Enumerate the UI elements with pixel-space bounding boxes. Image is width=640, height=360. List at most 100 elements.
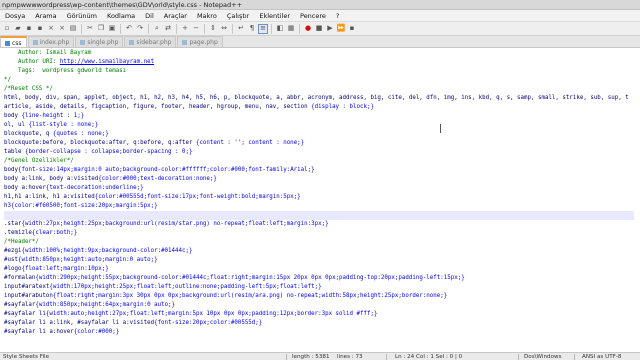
- code-declarations: {width:100%;height:9px;background-color:…: [21, 248, 193, 254]
- stop-macro-icon[interactable]: ■: [314, 24, 324, 34]
- code-selector: blockquote:before, blockquote:after, q:b…: [4, 140, 196, 146]
- current-line: [4, 211, 634, 220]
- code-declarations: {width:850px;height:64px;margin:0 auto;}: [35, 302, 176, 308]
- file-tab[interactable]: index.php: [27, 36, 75, 47]
- code-link: http://www.ismailbayram.net: [59, 59, 155, 65]
- code-selector: #sayfalar li a:hover: [4, 329, 74, 335]
- replace-icon[interactable]: ⇄: [163, 24, 173, 34]
- file-icon: [182, 40, 188, 45]
- paste-icon[interactable]: ▣: [107, 24, 117, 34]
- code-line: .temizle{clear:both;}: [4, 229, 634, 238]
- code-declarations: {width:170px;height:25px;float:left;outl…: [49, 284, 322, 290]
- play-macro-multiple-icon[interactable]: ⏩: [336, 24, 346, 34]
- file-tab[interactable]: sidebar.php: [124, 36, 177, 47]
- close-icon[interactable]: ×: [46, 24, 56, 34]
- redo-icon[interactable]: ↷: [135, 24, 145, 34]
- record-macro-icon[interactable]: ●: [303, 24, 313, 34]
- new-file-icon[interactable]: ▫: [2, 24, 12, 34]
- save-icon[interactable]: ▪: [24, 24, 34, 34]
- status-divider: [574, 354, 575, 360]
- zoom-in-icon[interactable]: +: [180, 24, 190, 34]
- code-selector: ol, ul: [4, 122, 29, 128]
- print-icon[interactable]: ▤: [68, 24, 78, 34]
- sync-scroll-v-icon[interactable]: ⇕: [208, 24, 218, 34]
- code-declarations: {color:#f60500;font-size:20px;margin:5px…: [10, 203, 158, 209]
- code-declarations: {quotes : none;}: [52, 131, 109, 137]
- code-line: table {border-collapse : collapse;border…: [4, 148, 634, 157]
- cut-icon[interactable]: ✂: [85, 24, 95, 34]
- code-line: #ust{width:850px;height:auto;margin:0 au…: [4, 256, 634, 265]
- menu-item[interactable]: ?: [331, 12, 344, 20]
- status-lines: lines : 73: [337, 354, 363, 360]
- status-position: Ln : 24 Col : 1 Sel : 0 | 0: [395, 354, 463, 360]
- status-eol: Dos\Windows: [524, 354, 562, 360]
- file-tab-label: sidebar.php: [136, 39, 172, 46]
- code-selector: #sayfalar: [4, 302, 36, 308]
- menu-item[interactable]: Dil: [140, 12, 159, 20]
- file-tab-label: single.php: [87, 39, 119, 46]
- save-all-icon[interactable]: ▪: [35, 24, 45, 34]
- code-line: */: [4, 76, 634, 85]
- toolbar-separator: [81, 23, 82, 34]
- zoom-out-icon[interactable]: −: [191, 24, 201, 34]
- code-line: Author URI: http://www.ismailbayram.net: [4, 58, 634, 67]
- play-macro-icon[interactable]: ▶: [325, 24, 335, 34]
- indent-guide-icon[interactable]: ≡: [258, 23, 268, 34]
- file-tab[interactable]: css: [0, 36, 27, 47]
- close-all-icon[interactable]: ×: [57, 24, 67, 34]
- code-comment: /*Genel Özellikler*/: [4, 158, 74, 164]
- code-declarations: {color:#00555d;font-size:17px;font-weigh…: [94, 194, 301, 200]
- code-comment: /*Reset CSS */: [4, 86, 53, 92]
- code-comment: Author: İsmail Bayram: [4, 50, 92, 56]
- save-macro-icon[interactable]: ▪: [347, 24, 357, 34]
- open-file-icon[interactable]: ▰: [13, 24, 23, 34]
- status-divider: [386, 354, 387, 360]
- menu-item[interactable]: Çalıştır: [222, 12, 255, 20]
- code-declarations: {float:right;margin:3px 30px 0px 0px;bac…: [52, 293, 448, 299]
- code-line: #sayfalar li{width:auto;height:27px;floa…: [4, 310, 634, 319]
- code-selector: #ezgi: [4, 248, 22, 254]
- menu-item[interactable]: Araçlar: [159, 12, 192, 20]
- file-tab[interactable]: page.php: [177, 36, 223, 47]
- code-declarations: {color:#000;text-decoration:none;}: [98, 176, 217, 182]
- code-line: html, body, div, span, applet, object, h…: [4, 94, 634, 103]
- code-line: blockquote, q {quotes : none;}: [4, 130, 634, 139]
- code-selector: body a:link, body a:visited: [4, 176, 99, 182]
- copy-icon[interactable]: ❐: [96, 24, 106, 34]
- code-declarations: {width:auto;height:27px;float:left;margi…: [45, 311, 378, 317]
- code-declarations: {float:left;margin:10px;}: [21, 266, 109, 272]
- code-line: body{font-size:14px;margin:0 auto;backgr…: [4, 166, 634, 175]
- document-map-icon[interactable]: ▦: [286, 24, 296, 34]
- menu-item[interactable]: Arama: [30, 12, 61, 20]
- code-line: h1,h1 a:link, h1 a:visited{color:#00555d…: [4, 193, 634, 202]
- find-icon[interactable]: ⌕: [152, 24, 162, 34]
- undo-icon[interactable]: ↶: [124, 24, 134, 34]
- sync-scroll-h-icon[interactable]: ⇔: [219, 24, 229, 34]
- user-language-icon[interactable]: ◧: [275, 24, 285, 34]
- file-tab[interactable]: single.php: [75, 36, 124, 47]
- file-tab-label: css: [12, 39, 22, 47]
- code-comment: Author URI:: [4, 59, 60, 65]
- code-line: #sayfalar li a:hover{color:#000;}: [4, 328, 634, 337]
- editor-area[interactable]: Author: İsmail Bayram Author URI: http:/…: [0, 48, 640, 352]
- toolbar-separator: [271, 23, 272, 34]
- show-all-chars-icon[interactable]: ¶: [247, 24, 257, 34]
- menu-item[interactable]: Makro: [192, 12, 222, 20]
- code-line: .star{width:27px;height:25px;background:…: [4, 220, 634, 229]
- menu-item[interactable]: Eklentiler: [254, 12, 295, 20]
- menu-item[interactable]: Kodlama: [102, 12, 140, 20]
- menu-item[interactable]: Pencere: [295, 12, 331, 20]
- menu-item[interactable]: Dosya: [0, 12, 30, 20]
- toolbar-separator: [232, 23, 233, 34]
- code-selector: .star: [4, 221, 22, 227]
- code-line: #logo{float:left;margin:10px;}: [4, 265, 634, 274]
- code-declarations: {font-size:14px;margin:0 auto;background…: [17, 167, 315, 173]
- menu-bar: Dosya Arama Görünüm Kodlama Dil Araçlar Makro Ç…: [0, 10, 640, 22]
- code-comment: /*Header*/: [4, 239, 39, 245]
- code-declarations: {line-height : 1;}: [21, 113, 85, 119]
- word-wrap-icon[interactable]: ↵: [236, 24, 246, 34]
- menu-item[interactable]: Görünüm: [62, 12, 102, 20]
- code-line: input#arabuton{float:right;margin:3px 30…: [4, 292, 634, 301]
- status-length: length : 5381: [292, 354, 330, 360]
- code-declarations: {display : block;}: [311, 104, 374, 110]
